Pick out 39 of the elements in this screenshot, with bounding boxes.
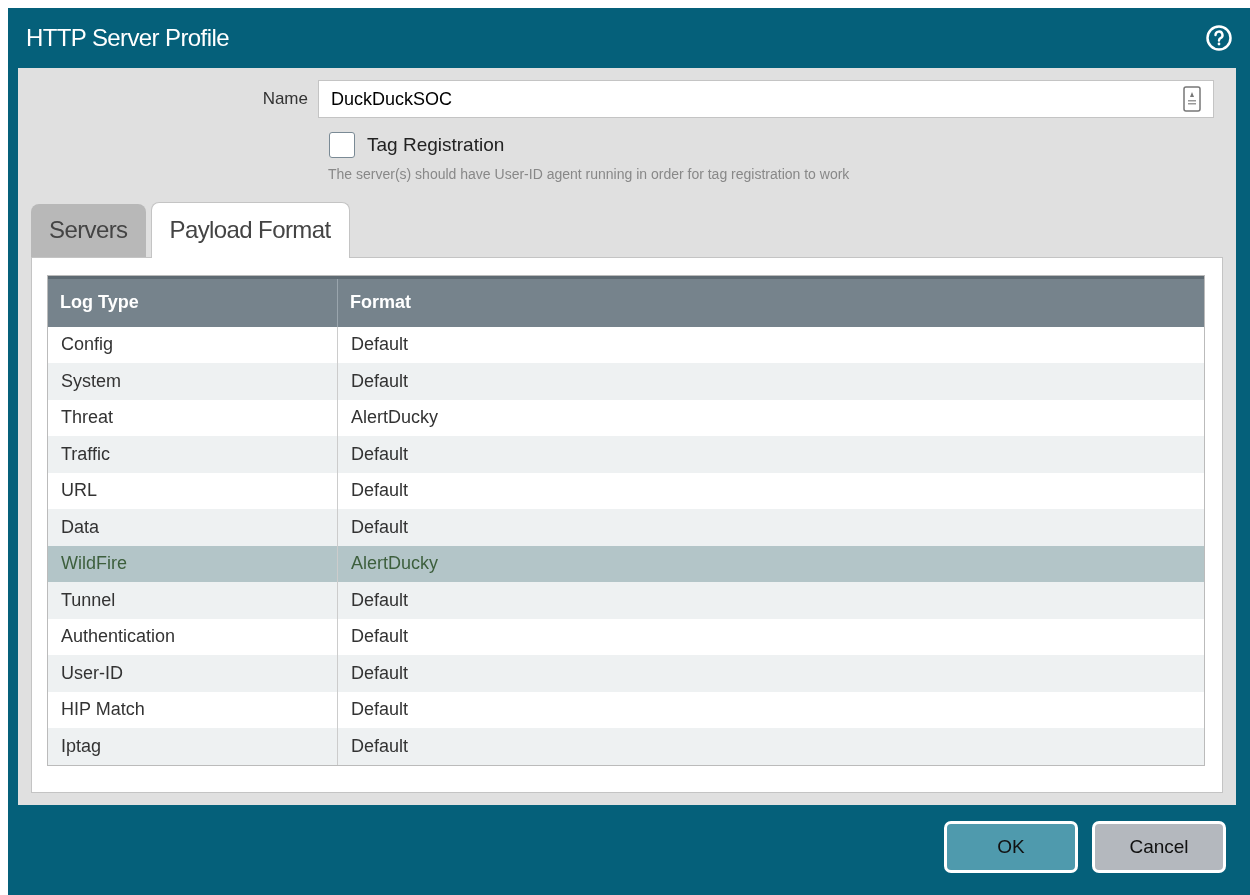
- table-cell-text: Default: [350, 588, 410, 612]
- window-title: HTTP Server Profile: [26, 23, 229, 53]
- table-cell: System: [48, 363, 338, 400]
- table-row[interactable]: WildFire AlertDucky: [48, 545, 1204, 582]
- table-cell: Iptag: [48, 728, 338, 765]
- table-row[interactable]: Tunnel Default: [48, 582, 1204, 619]
- table-row[interactable]: System Default: [48, 363, 1204, 400]
- table-cell-text: Default: [350, 661, 410, 685]
- table-cell: Tunnel: [48, 582, 338, 619]
- name-field[interactable]: DuckDuckSOC: [318, 80, 1214, 118]
- hint-text: The server(s) should have User-ID agent running in order for tag registration to work: [328, 164, 851, 184]
- table-cell-text: Default: [350, 479, 410, 503]
- table-row[interactable]: Traffic Default: [48, 436, 1204, 473]
- table-row[interactable]: Iptag Default: [48, 728, 1204, 765]
- table-cell-text: AlertDucky: [350, 552, 440, 576]
- table-cell: Traffic: [48, 436, 338, 473]
- column-header[interactable]: Format: [338, 278, 1204, 327]
- table-cell-text: Default: [350, 515, 410, 539]
- tab[interactable]: Payload Format: [150, 201, 350, 258]
- table-cell-text: AlertDucky: [350, 406, 440, 430]
- table-row[interactable]: Data Default: [48, 509, 1204, 546]
- table-cell-text: Default: [350, 698, 410, 722]
- table-cell-text: Default: [350, 734, 410, 758]
- table-row[interactable]: User-ID Default: [48, 655, 1204, 692]
- checkbox-label: Tag Registration: [367, 133, 505, 157]
- ok-button[interactable]: OK: [944, 821, 1078, 873]
- table-cell-text: Default: [350, 625, 410, 649]
- checkbox[interactable]: [329, 132, 355, 159]
- column-header[interactable]: Log Type: [48, 278, 338, 327]
- cancel-button[interactable]: Cancel: [1092, 821, 1226, 873]
- table-cell-text: Default: [350, 442, 410, 466]
- table-cell-text: Default: [350, 369, 410, 393]
- table-cell: User-ID: [48, 655, 338, 692]
- help-icon[interactable]: [1206, 25, 1232, 51]
- contact-card-icon[interactable]: [1183, 86, 1201, 112]
- table-cell: Data: [48, 509, 338, 546]
- tab[interactable]: Servers: [31, 203, 146, 257]
- table-cell-text: Default: [350, 333, 410, 357]
- field-label: Name: [261, 88, 309, 111]
